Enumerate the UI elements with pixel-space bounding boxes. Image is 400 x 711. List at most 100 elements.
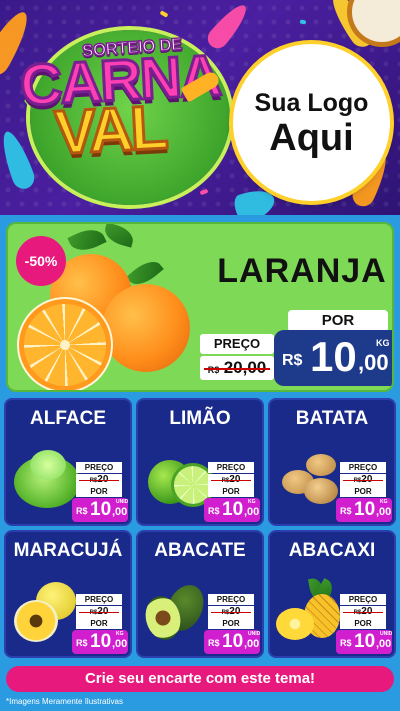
price-block: PREÇO R$20 POR R$ 10 ,00 KG	[336, 462, 392, 522]
price-block: PREÇO R$20 POR R$ 10 ,00 UNID	[72, 462, 128, 522]
old-price-value: R$20	[208, 474, 254, 486]
product-name: LIMÃO	[169, 408, 231, 429]
logo-placeholder-line2: Aqui	[269, 116, 354, 159]
create-flyer-button[interactable]: Crie seu encarte com este tema!	[6, 666, 394, 692]
old-price-label: PREÇO	[208, 594, 254, 605]
new-price-decimal: ,00	[376, 638, 392, 650]
new-price-currency: R$	[340, 638, 352, 648]
old-price-label: PREÇO	[76, 462, 122, 473]
product-name: BATATA	[295, 408, 369, 429]
new-price-currency: R$	[282, 352, 303, 369]
logo-placeholder-line1: Sua Logo	[254, 88, 369, 117]
strike-line	[211, 480, 251, 481]
old-price-value: R$ 20,00	[200, 356, 274, 380]
product-name: ABACAXI	[288, 540, 376, 561]
new-price-currency: R$	[340, 506, 352, 516]
old-price-value: R$20	[340, 606, 386, 618]
strike-line	[343, 480, 383, 481]
discount-badge: -50%	[16, 236, 66, 286]
orange-fruit-image	[102, 284, 190, 372]
new-price-unit: KG	[380, 499, 388, 505]
new-price-box: R$ 10 ,00 KG	[336, 498, 392, 522]
old-price-value: R$20	[76, 606, 122, 618]
new-price-integer: 10	[222, 631, 244, 652]
old-price-label: PREÇO	[200, 334, 274, 354]
old-price-label: PREÇO	[340, 462, 386, 473]
orange-slice-image	[24, 304, 106, 386]
strike-line	[79, 480, 119, 481]
new-price-box: R$ 10 ,00 UNID	[72, 498, 128, 522]
new-price-integer: 10	[354, 631, 376, 652]
price-block: PREÇO R$20 POR R$ 10 ,00 UNID	[336, 594, 392, 654]
new-price-box: R$ 10 ,00 KG	[72, 630, 128, 654]
carnival-header: SORTEIO DE CARNA VAL Sua Logo Aqui	[0, 0, 400, 215]
new-price-decimal: ,00	[358, 350, 389, 375]
confetti-decoration	[299, 19, 307, 25]
price-block: PREÇO R$20 POR R$ 10 ,00 KG	[72, 594, 128, 654]
new-price-integer: 10	[310, 333, 357, 380]
new-price-label: POR	[76, 618, 122, 629]
price-block: PREÇO R$20 POR R$ 10 ,00 KG	[204, 462, 260, 522]
new-price-label: POR	[340, 486, 386, 497]
product-card-maracuja: MARACUJÁ PREÇO R$20 POR R$ 10 ,00 KG	[4, 530, 132, 658]
old-price-box: PREÇO R$ 20,00	[200, 334, 274, 384]
new-price-box: R$ 10 ,00 KG	[274, 330, 392, 386]
new-price-unit: KG	[116, 631, 124, 637]
new-price-label: POR	[208, 618, 254, 629]
product-card-alface: ALFACE PREÇO R$20 POR R$ 10 ,00 UNID	[4, 398, 132, 526]
new-price-label: POR	[208, 486, 254, 497]
old-price-label: PREÇO	[208, 462, 254, 473]
product-name: ABACATE	[154, 540, 246, 561]
new-price-currency: R$	[208, 506, 220, 516]
featured-product-card: -50% LARANJA PREÇO R$ 20,00 POR R$ 10 ,0…	[6, 222, 394, 392]
new-price-unit: UNID	[116, 499, 129, 505]
title-val: VAL	[52, 92, 169, 170]
product-card-batata: BATATA PREÇO R$20 POR R$ 10 ,00 KG	[268, 398, 396, 526]
new-price-label: POR	[288, 310, 388, 332]
new-price-decimal: ,00	[376, 506, 392, 518]
new-price-label: POR	[76, 486, 122, 497]
strike-line	[204, 368, 270, 370]
new-price-unit: KG	[376, 338, 390, 348]
new-price-integer: 10	[354, 499, 376, 520]
store-logo-placeholder: Sua Logo Aqui	[233, 44, 390, 201]
confetti-decoration	[199, 188, 209, 196]
new-price-integer: 10	[90, 631, 112, 652]
old-price-label: PREÇO	[340, 594, 386, 605]
new-price-currency: R$	[76, 506, 88, 516]
new-price-decimal: ,00	[112, 638, 128, 650]
new-price-integer: 10	[90, 499, 112, 520]
confetti-decoration	[159, 10, 169, 18]
new-price-unit: UNID	[380, 631, 393, 637]
new-price-integer: 10	[222, 499, 244, 520]
new-price-label: POR	[340, 618, 386, 629]
new-price-box: R$ 10 ,00 UNID	[336, 630, 392, 654]
old-price-value: R$20	[76, 474, 122, 486]
new-price-decimal: ,00	[244, 638, 260, 650]
product-name: MARACUJÁ	[13, 540, 123, 561]
old-price-currency: R$	[207, 365, 220, 375]
featured-product-name: LARANJA	[217, 252, 387, 290]
old-price-value: R$20	[340, 474, 386, 486]
disclaimer-text: *Imagens Meramente Ilustrativas	[6, 697, 123, 706]
leaf-icon	[67, 224, 107, 257]
new-price-box: R$ 10 ,00 KG	[204, 498, 260, 522]
product-card-limao: LIMÃO PREÇO R$20 POR R$ 10 ,00 KG	[136, 398, 264, 526]
new-price-unit: UNID	[248, 631, 261, 637]
strike-line	[79, 612, 119, 613]
new-price-decimal: ,00	[112, 506, 128, 518]
product-name: ALFACE	[30, 408, 106, 429]
new-price-decimal: ,00	[244, 506, 260, 518]
price-block: PREÇO R$20 POR R$ 10 ,00 UNID	[204, 594, 260, 654]
old-price-value: R$20	[208, 606, 254, 618]
new-price-box: R$ 10 ,00 UNID	[204, 630, 260, 654]
product-card-abacate: ABACATE PREÇO R$20 POR R$ 10 ,00 UNID	[136, 530, 264, 658]
product-card-abacaxi: ABACAXI PREÇO R$20 POR R$ 10 ,00 UNID	[268, 530, 396, 658]
new-price-currency: R$	[76, 638, 88, 648]
leaf-icon	[102, 224, 136, 248]
strike-line	[211, 612, 251, 613]
strike-line	[343, 612, 383, 613]
new-price-unit: KG	[248, 499, 256, 505]
old-price-label: PREÇO	[76, 594, 122, 605]
new-price-currency: R$	[208, 638, 220, 648]
